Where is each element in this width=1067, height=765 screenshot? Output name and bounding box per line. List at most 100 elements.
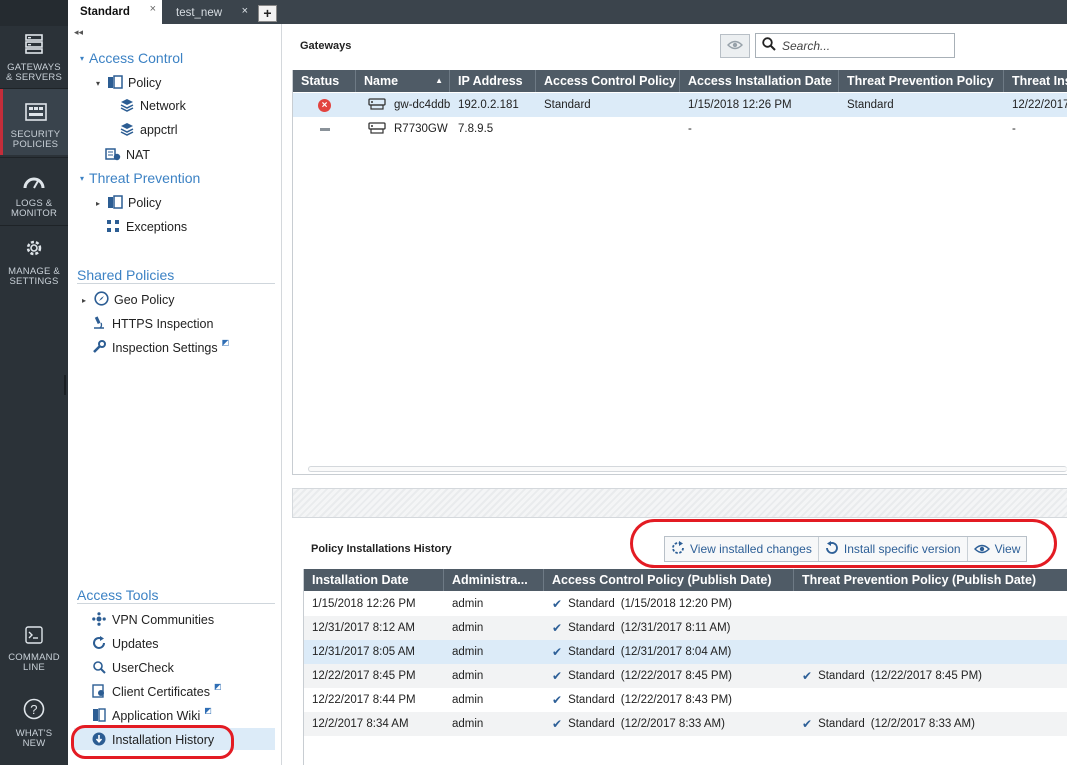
section-divider: [77, 283, 275, 284]
publish-date: (1/15/2018 12:20 PM): [620, 598, 732, 610]
column-header-installation-date[interactable]: Installation Date: [304, 569, 444, 591]
tree-item-usercheck[interactable]: UserCheck: [90, 658, 174, 678]
column-header-threat-policy[interactable]: Threat Prevention Policy (Publish Date): [794, 569, 1067, 591]
nav-manage-settings[interactable]: MANAGE & SETTINGS: [0, 238, 68, 288]
tree-item-threat-policy[interactable]: ▸ Policy: [96, 193, 161, 213]
no-status-icon: [320, 127, 330, 131]
tree-item-label: Inspection Settings: [112, 341, 218, 355]
download-icon: [90, 732, 108, 749]
section-title: Threat Prevention: [89, 170, 201, 186]
nav-label: NEW: [22, 738, 46, 749]
tree-item-inspection-settings[interactable]: Inspection Settings ◩: [90, 338, 229, 358]
external-link-icon[interactable]: ◩: [222, 338, 230, 347]
tree-item-label: Application Wiki: [112, 709, 201, 723]
search-input[interactable]: [782, 38, 942, 53]
gateway-ip: 7.8.9.5: [458, 123, 494, 135]
search-icon: [762, 37, 776, 54]
external-link-icon[interactable]: ◩: [204, 706, 212, 715]
close-icon[interactable]: ×: [242, 5, 248, 17]
check-icon: ✔: [802, 717, 813, 731]
tree-item-label: Updates: [112, 637, 159, 651]
column-header-access-policy[interactable]: Access Control Policy (Publish Date): [544, 569, 794, 591]
table-row[interactable]: 12/22/2017 8:45 PM admin ✔ Standard (12/22/2…: [304, 664, 1067, 688]
tree-item-installation-history[interactable]: Installation History: [90, 730, 214, 750]
policy-name: Standard: [568, 718, 615, 730]
installation-date: 12/22/2017 8:45 PM: [312, 670, 416, 682]
nav-command-line[interactable]: COMMAND LINE: [0, 626, 68, 674]
column-header-ip[interactable]: IP Address: [450, 70, 536, 92]
vpn-icon: [90, 611, 108, 629]
column-header-threat-policy[interactable]: Threat Prevention Policy: [839, 70, 1004, 92]
section-divider: [77, 603, 275, 604]
tree-item-appctrl[interactable]: appctrl: [118, 120, 178, 140]
tab-label: test_new: [176, 7, 223, 19]
gateways-title: Gateways: [300, 40, 352, 52]
nav-security-policies[interactable]: SECURITY POLICIES: [0, 89, 68, 155]
check-icon: ✔: [552, 621, 563, 635]
search-box[interactable]: [755, 33, 955, 58]
policy-icon: [106, 194, 124, 212]
section-access-control[interactable]: ▾ Access Control: [80, 50, 183, 66]
gateway-access-date: -: [688, 123, 692, 135]
tab-test-new[interactable]: test_new ×: [164, 2, 254, 24]
column-header-name[interactable]: Name ▲: [356, 70, 450, 92]
install-specific-version-button[interactable]: Install specific version: [817, 537, 967, 561]
collapse-panel-icon[interactable]: ◂◂: [74, 27, 83, 38]
column-header-status[interactable]: Status: [293, 70, 356, 92]
gateway-access-policy: Standard: [544, 99, 591, 111]
table-row[interactable]: 12/31/2017 8:12 AM admin ✔ Standard (12/31/2…: [304, 616, 1067, 640]
policy-icon: [106, 74, 124, 92]
administrator: admin: [452, 646, 484, 658]
gateway-ip: 192.0.2.181: [458, 99, 519, 111]
administrator: admin: [452, 718, 484, 730]
tree-item-access-policy[interactable]: ▾ Policy: [96, 73, 161, 93]
tree-item-https-inspection[interactable]: HTTPS Inspection: [90, 314, 213, 334]
tree-item-network[interactable]: Network: [118, 96, 186, 116]
nav-gateways-servers[interactable]: GATEWAYS & SERVERS: [0, 34, 68, 86]
view-button[interactable]: View: [966, 537, 1027, 561]
tree-item-geo-policy[interactable]: ▸ Geo Policy: [82, 290, 174, 310]
tree-item-label: NAT: [126, 148, 151, 162]
nav-whats-new[interactable]: ? WHAT'S NEW: [0, 698, 68, 749]
tab-bar: Standard × test_new × +: [68, 0, 1067, 24]
table-row[interactable]: 12/31/2017 8:05 AM admin ✔ Standard (12/31/2…: [304, 640, 1067, 664]
table-row[interactable]: 1/15/2018 12:26 PM admin ✔ Standard (1/15/20…: [304, 592, 1067, 616]
column-header-administrator[interactable]: Administra...: [444, 569, 544, 591]
column-header-threat-date[interactable]: Threat Ins: [1004, 70, 1067, 92]
expand-arrow-icon[interactable]: ▸: [96, 199, 106, 208]
expand-arrow-icon[interactable]: ▾: [80, 174, 84, 183]
column-header-label: Name: [364, 74, 399, 88]
section-threat-prevention[interactable]: ▾ Threat Prevention: [80, 170, 200, 186]
tab-standard[interactable]: Standard ×: [68, 0, 162, 24]
access-policy-cell: ✔ Standard (12/2/2017 8:33 AM): [544, 717, 794, 731]
close-icon[interactable]: ×: [150, 3, 156, 15]
view-toggle-button[interactable]: [720, 34, 750, 58]
panel-splitter[interactable]: [292, 488, 1067, 518]
table-row[interactable]: 12/22/2017 8:44 PM admin ✔ Standard (12/22/2…: [304, 688, 1067, 712]
tree-item-exceptions[interactable]: Exceptions: [104, 217, 187, 237]
expand-arrow-icon[interactable]: ▾: [80, 54, 84, 63]
access-policy-cell: ✔ Standard (1/15/2018 12:20 PM): [544, 597, 794, 611]
tree-item-vpn-communities[interactable]: VPN Communities: [90, 610, 214, 630]
publish-date: (12/22/2017 8:45 PM): [870, 670, 982, 682]
microscope-icon: [90, 315, 108, 333]
error-status-icon: ×: [318, 98, 331, 112]
column-header-access-policy[interactable]: Access Control Policy: [536, 70, 680, 92]
tree-item-application-wiki[interactable]: Application Wiki ◩: [90, 706, 212, 726]
add-tab-button[interactable]: +: [258, 5, 277, 22]
tree-item-updates[interactable]: Updates: [90, 634, 159, 654]
tree-item-nat[interactable]: NAT: [104, 145, 150, 165]
usercheck-icon: [90, 660, 108, 677]
column-header-access-date[interactable]: Access Installation Date: [680, 70, 839, 92]
expand-arrow-icon[interactable]: ▸: [82, 296, 92, 305]
table-row[interactable]: × gw-dc4ddb 192.0.2.181 Standard 1/15/20…: [293, 93, 1067, 117]
tree-item-client-certificates[interactable]: Client Certificates ◩: [90, 682, 222, 702]
table-row[interactable]: R7730GW 7.8.9.5 - -: [293, 117, 1067, 141]
external-link-icon[interactable]: ◩: [214, 682, 222, 691]
table-row[interactable]: 12/2/2017 8:34 AM admin ✔ Standard (12/2/201…: [304, 712, 1067, 736]
nav-logs-monitor[interactable]: LOGS & MONITOR: [0, 174, 68, 224]
view-installed-changes-button[interactable]: View installed changes: [665, 537, 818, 561]
nav-splitter[interactable]: [64, 375, 66, 395]
horizontal-scrollbar[interactable]: [308, 466, 1067, 472]
expand-arrow-icon[interactable]: ▾: [96, 79, 106, 88]
